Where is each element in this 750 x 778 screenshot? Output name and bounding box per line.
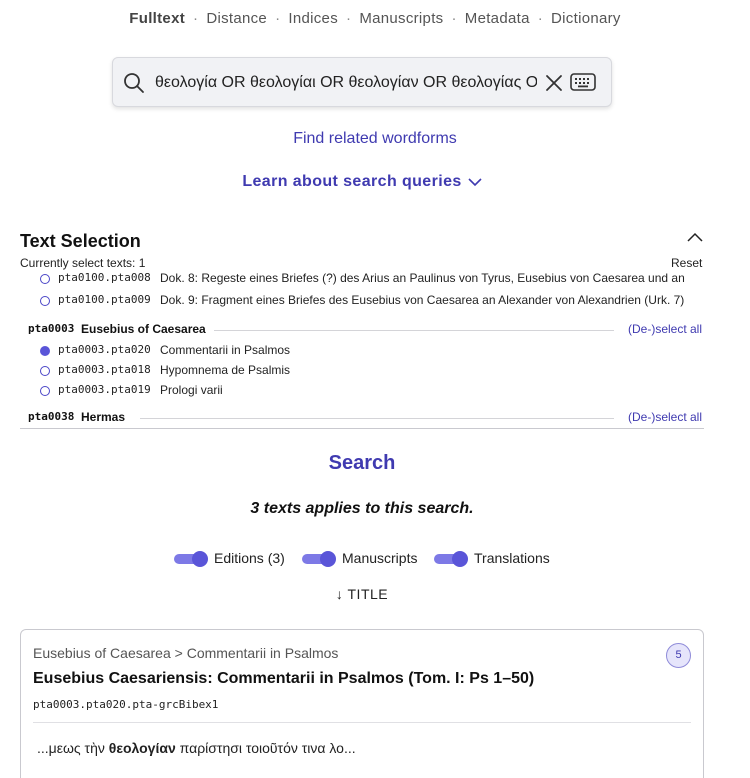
radio-button[interactable]: [40, 366, 50, 376]
radio-button[interactable]: [40, 296, 50, 306]
author-group-header: pta0003 Eusebius of Caesarea (De-)select…: [28, 322, 704, 340]
breadcrumb[interactable]: Eusebius of Caesarea > Commentarii in Ps…: [33, 645, 338, 661]
nav-indices[interactable]: Indices: [288, 10, 338, 27]
author-name: Eusebius of Caesarea: [81, 322, 206, 336]
sort-by-title-button[interactable]: ↓ TITLE: [0, 586, 724, 602]
top-navigation: Fulltext · Distance · Indices · Manuscripts · Me…: [0, 10, 750, 27]
divider: [33, 722, 691, 723]
search-input[interactable]: [155, 70, 537, 96]
translations-toggle-label: Translations: [474, 550, 550, 566]
text-title: Hypomnema de Psalmis: [160, 363, 291, 377]
selected-texts-count: Currently select texts: 1: [20, 256, 146, 270]
chevron-up-icon[interactable]: [686, 230, 704, 244]
snippet-after: παρίστησι τοιοῦτόν τινα λο...: [175, 740, 356, 756]
radio-button-selected[interactable]: [40, 346, 50, 356]
nav-metadata[interactable]: Metadata: [465, 10, 530, 27]
search-icon: [124, 73, 144, 93]
author-group-header: pta0038 Hermas (De-)select all: [28, 410, 704, 428]
text-selection-title: Text Selection: [20, 231, 141, 251]
result-id: pta0003.pta020.pta-grcBibex1: [33, 698, 219, 711]
learn-search-queries-toggle[interactable]: Learn about search queries: [0, 173, 724, 191]
result-filters: Editions (3) Manuscripts Translations: [0, 549, 750, 569]
snippet-hit: θεολογίαν: [108, 740, 176, 756]
manuscripts-toggle-label: Manuscripts: [342, 550, 418, 566]
snippet-before: ...μεως τὴν: [37, 740, 109, 756]
deselect-all-button[interactable]: (De-)select all: [628, 410, 702, 424]
text-title: Prologi varii: [160, 383, 223, 397]
search-box: [112, 57, 612, 107]
nav-separator: ·: [451, 10, 457, 27]
text-code: pta0003.pta020: [58, 343, 151, 356]
radio-button[interactable]: [40, 274, 50, 284]
radio-button[interactable]: [40, 386, 50, 396]
deselect-all-button[interactable]: (De-)select all: [628, 322, 702, 336]
text-code: pta0003.pta019: [58, 383, 151, 396]
chevron-down-icon: [468, 178, 482, 186]
nav-fulltext[interactable]: Fulltext: [129, 10, 185, 27]
nav-manuscripts[interactable]: Manuscripts: [359, 10, 443, 27]
author-code: pta0003: [28, 322, 75, 335]
search-heading: Search: [328, 452, 396, 474]
author-name: Hermas: [81, 410, 126, 424]
nav-separator: ·: [346, 10, 352, 27]
text-title: Commentarii in Psalmos: [160, 343, 291, 357]
divider: [140, 418, 614, 419]
result-snippet[interactable]: ...μεως τὴν θεολογίαν παρίστησι τοιοῦτόν…: [37, 740, 356, 756]
text-title: Dok. 8: Regeste eines Briefes (?) des Ar…: [160, 273, 685, 285]
results-summary: 3 texts applies to this search.: [250, 500, 474, 517]
nav-separator: ·: [193, 10, 199, 27]
nav-distance[interactable]: Distance: [206, 10, 267, 27]
hit-count-badge: 5: [666, 643, 691, 668]
keyboard-icon[interactable]: [570, 72, 596, 92]
nav-separator: ·: [275, 10, 281, 27]
result-title[interactable]: Eusebius Caesariensis: Commentarii in Ps…: [33, 670, 534, 688]
nav-separator: ·: [537, 10, 544, 27]
reset-button[interactable]: Reset: [671, 256, 702, 270]
learn-search-queries-label: Learn about search queries: [242, 173, 462, 190]
divider: [214, 330, 614, 331]
find-related-wordforms-link[interactable]: Find related wordforms: [0, 130, 750, 148]
text-title: Dok. 9: Fragment eines Briefes des Euseb…: [160, 293, 685, 307]
toggle-knob: [452, 551, 468, 567]
text-code: pta0003.pta018: [58, 363, 151, 376]
nav-dictionary[interactable]: Dictionary: [551, 10, 621, 27]
text-code: pta0100.pta008: [58, 273, 151, 284]
close-icon[interactable]: [543, 72, 565, 94]
text-code: pta0100.pta009: [58, 293, 151, 306]
toggle-knob: [320, 551, 336, 567]
toggle-knob: [192, 551, 208, 567]
editions-toggle-label: Editions (3): [214, 550, 285, 566]
author-code: pta0038: [28, 410, 75, 423]
result-card[interactable]: Eusebius of Caesarea > Commentarii in Ps…: [20, 629, 704, 778]
text-selection-list[interactable]: pta0100.pta008 Dok. 8: Regeste eines Bri…: [20, 273, 704, 429]
